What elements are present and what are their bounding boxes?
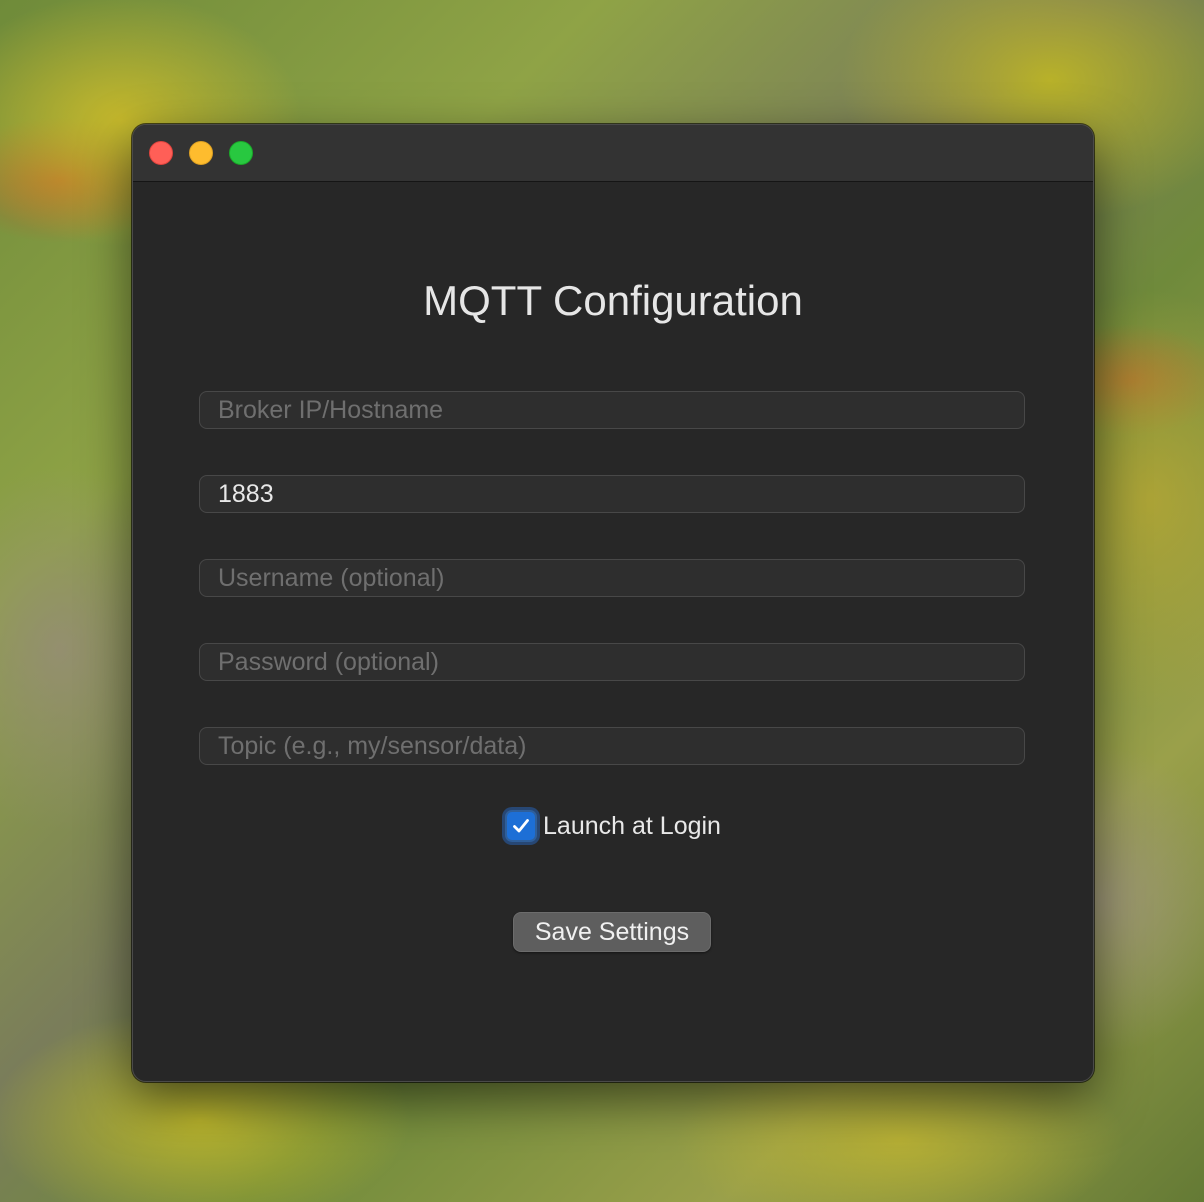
save-settings-button[interactable]: Save Settings [513, 912, 711, 952]
page-title: MQTT Configuration [423, 277, 803, 324]
port-field[interactable] [199, 475, 1025, 513]
launch-at-login-label[interactable]: Launch at Login [543, 812, 721, 841]
launch-at-login-row: Launch at Login [133, 807, 1093, 845]
title-bar [133, 125, 1093, 182]
close-window-button[interactable] [149, 141, 173, 165]
topic-field[interactable] [199, 727, 1025, 765]
broker-hostname-field[interactable] [199, 391, 1025, 429]
checkmark-icon [513, 819, 529, 833]
desktop-wallpaper: MQTT Configuration Launch at Login Save … [0, 0, 1204, 1202]
settings-window: MQTT Configuration Launch at Login Save … [132, 124, 1094, 1082]
password-field[interactable] [199, 643, 1025, 681]
zoom-window-button[interactable] [229, 141, 253, 165]
launch-at-login-checkbox[interactable] [505, 810, 538, 842]
username-field[interactable] [199, 559, 1025, 597]
minimize-window-button[interactable] [189, 141, 213, 165]
